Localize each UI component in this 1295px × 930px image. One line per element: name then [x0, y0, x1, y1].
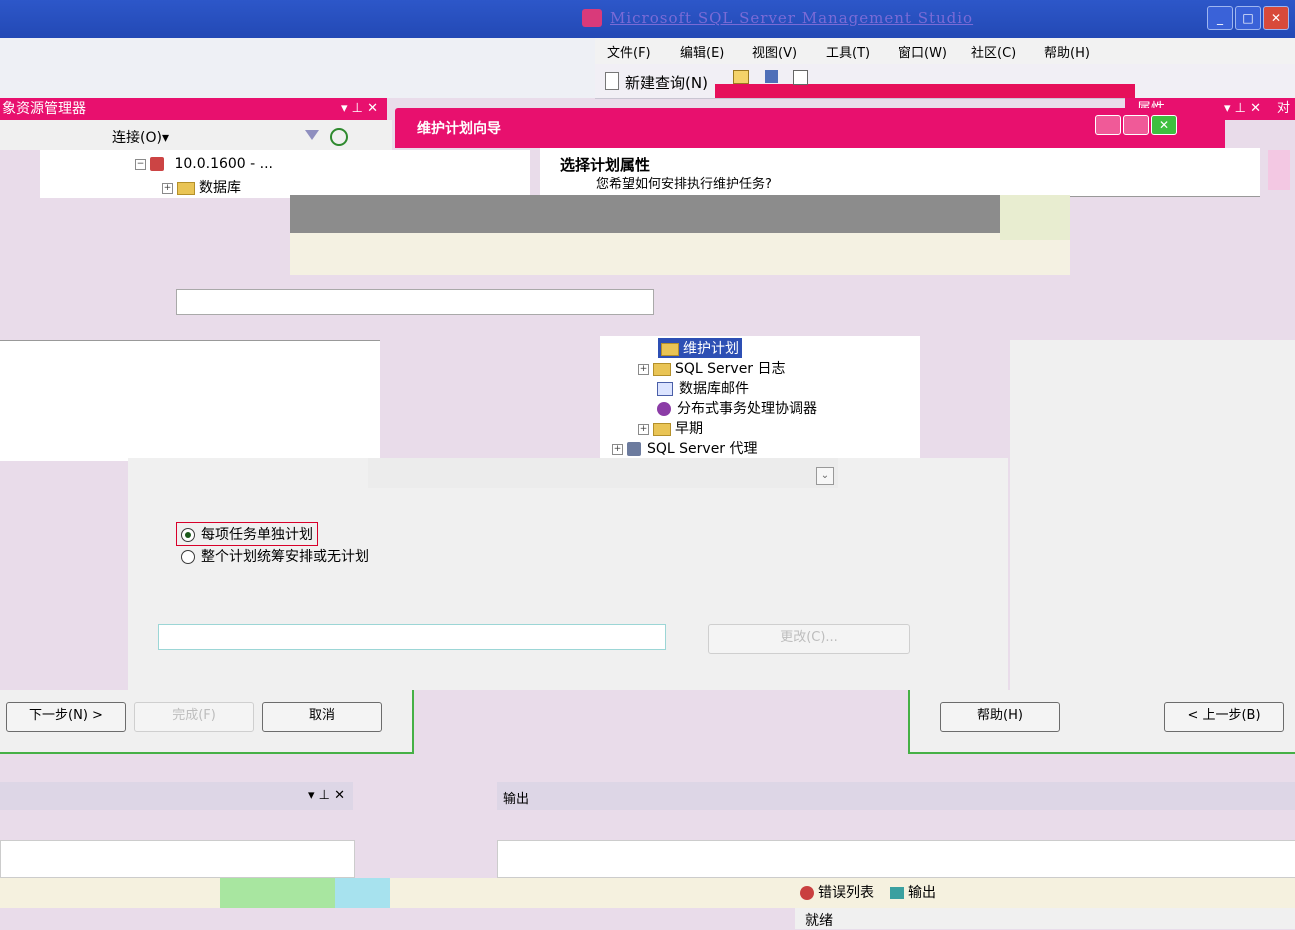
menu-window[interactable]: 窗口(W) [898, 42, 947, 61]
new-query-icon [605, 72, 619, 90]
wizard-dialog: 维护计划向导 ✕ [395, 108, 1225, 148]
menu-community[interactable]: 社区(C) [971, 42, 1016, 61]
bottom-left-content [0, 840, 355, 878]
menu-view[interactable]: 视图(V) [752, 42, 797, 61]
wizard-buttons-right: 帮助(H) < 上一步(B) [908, 690, 1295, 754]
menu-tools[interactable]: 工具(T) [826, 42, 870, 61]
dtc-icon [657, 402, 671, 416]
server-icon [150, 157, 164, 171]
save-icon[interactable] [765, 70, 778, 83]
change-schedule-button[interactable]: 更改(C)... [708, 624, 910, 654]
finish-button[interactable]: 完成(F) [134, 702, 254, 732]
menu-edit[interactable]: 编辑(E) [680, 42, 724, 61]
mail-icon [657, 382, 673, 396]
tree-database-mail[interactable]: 数据库邮件 [657, 378, 749, 398]
title-bar: Microsoft SQL Server Management Studio _… [0, 0, 1295, 38]
output-content [497, 840, 1295, 878]
wizard-title: 维护计划向导 [417, 121, 501, 137]
tree-databases[interactable]: + 数据库 [162, 177, 241, 197]
object-explorer-title: 象资源管理器 ▾ ⊥ ✕ [0, 98, 387, 120]
status-bar: 就绪 [795, 908, 1295, 929]
cancel-button[interactable]: 取消 [262, 702, 382, 732]
right-panel [1010, 340, 1295, 690]
tree-sql-agent[interactable]: + SQL Server 代理 [612, 438, 758, 458]
server-node[interactable]: − 10.0.1600 - ... [135, 156, 273, 172]
filter-icon[interactable] [305, 130, 319, 140]
radio-selected-icon [181, 528, 195, 542]
wizard-buttons-left: 下一步(N) > 完成(F) 取消 [0, 690, 414, 754]
refresh-icon[interactable] [330, 128, 348, 146]
tab-strip: 错误列表 输出 [0, 878, 1295, 908]
wizard-question: 您希望如何安排执行维护任务? [596, 177, 772, 192]
pane-pin-controls[interactable]: ▾ ⊥ ✕ [341, 98, 378, 120]
help-button[interactable]: 帮助(H) [940, 702, 1060, 732]
agent-icon [627, 442, 641, 456]
wizard-decor-image [1000, 195, 1070, 240]
minimize-button[interactable]: _ [1207, 6, 1233, 30]
folder-icon [653, 362, 671, 376]
left-toolbar [0, 38, 595, 98]
status-text: 就绪 [805, 913, 833, 929]
error-list-icon [800, 886, 814, 900]
folder-icon [177, 181, 195, 195]
plan-name-input[interactable] [176, 289, 654, 315]
folder-icon [661, 342, 679, 356]
output-header: 输出 [497, 782, 1295, 810]
wizard-minimize-button[interactable] [1095, 115, 1121, 135]
output-pane: 输出 [497, 782, 1295, 878]
tree-maintenance-plans[interactable]: 维护计划 [658, 338, 742, 358]
maximize-button[interactable]: □ [1235, 6, 1261, 30]
tree-sql-server-logs[interactable]: + SQL Server 日志 [638, 358, 786, 378]
next-button[interactable]: 下一步(N) > [6, 702, 126, 732]
description-input[interactable] [0, 340, 380, 461]
window-title: Microsoft SQL Server Management Studio [610, 9, 974, 27]
wizard-body: ⌄ 每项任务单独计划 整个计划统筹安排或无计划 更改(C)... [128, 458, 1008, 690]
app-icon [582, 9, 602, 27]
schedule-description [158, 624, 666, 650]
output-icon [890, 887, 904, 899]
tab-strip-accent [220, 878, 335, 908]
object-explorer-tree: − 10.0.1600 - ... + 数据库 [40, 150, 530, 198]
dropdown-arrow-icon[interactable]: ⌄ [816, 467, 834, 485]
menu-help[interactable]: 帮助(H) [1044, 42, 1090, 61]
new-query-button[interactable]: 新建查询(N) [625, 72, 708, 93]
close-button[interactable]: ✕ [1263, 6, 1289, 30]
radio-single-schedule[interactable]: 整个计划统筹安排或无计划 [181, 546, 369, 566]
wizard-maximize-button[interactable] [1123, 115, 1149, 135]
wizard-banner-graphic [1268, 150, 1290, 190]
radio-unselected-icon [181, 550, 195, 564]
standard-toolbar: 新建查询(N) [595, 64, 1295, 99]
error-list-tab[interactable]: 错误列表 [800, 882, 874, 902]
bottom-left-header: ▾ ⊥ ✕ [0, 782, 353, 810]
output-title: 输出 [503, 792, 530, 807]
output-tab[interactable]: 输出 [890, 882, 936, 902]
open-file-icon[interactable] [733, 70, 749, 84]
wizard-name-row [290, 233, 1070, 275]
connect-button[interactable]: 连接(O)▾ [112, 127, 169, 147]
bottom-pin-controls[interactable]: ▾ ⊥ ✕ [308, 788, 345, 803]
folder-icon [653, 422, 671, 436]
properties-pin-controls[interactable]: ▾ ⊥ ✕ [1224, 98, 1261, 120]
wizard-heading: 选择计划属性 [560, 156, 651, 174]
tab-strip-accent-2 [335, 878, 390, 908]
menu-bar: 文件(F) 编辑(E) 视图(V) 工具(T) 窗口(W) 社区(C) 帮助(H… [595, 38, 1295, 64]
tree-legacy[interactable]: + 早期 [638, 418, 703, 438]
dropdown-strip [368, 458, 838, 488]
radio-separate-schedules[interactable]: 每项任务单独计划 [176, 522, 318, 546]
toolbar-accent [715, 84, 1135, 98]
wizard-header: 选择计划属性 您希望如何安排执行维护任务? [540, 148, 1260, 197]
copy-icon[interactable] [793, 70, 808, 85]
menu-file[interactable]: 文件(F) [607, 42, 651, 61]
back-button[interactable]: < 上一步(B) [1164, 702, 1284, 732]
bottom-left-pane: ▾ ⊥ ✕ [0, 782, 355, 878]
object-explorer-toolbar: 连接(O)▾ [0, 120, 392, 150]
tree-dtc[interactable]: 分布式事务处理协调器 [657, 398, 817, 418]
wizard-banner-band [290, 195, 1000, 233]
object-tree-fragment: 维护计划 + SQL Server 日志 数据库邮件 分布式事务处理协调器 + 早期… [600, 336, 920, 458]
wizard-close-button[interactable]: ✕ [1151, 115, 1177, 135]
properties-tab[interactable]: 对 [1272, 98, 1295, 120]
